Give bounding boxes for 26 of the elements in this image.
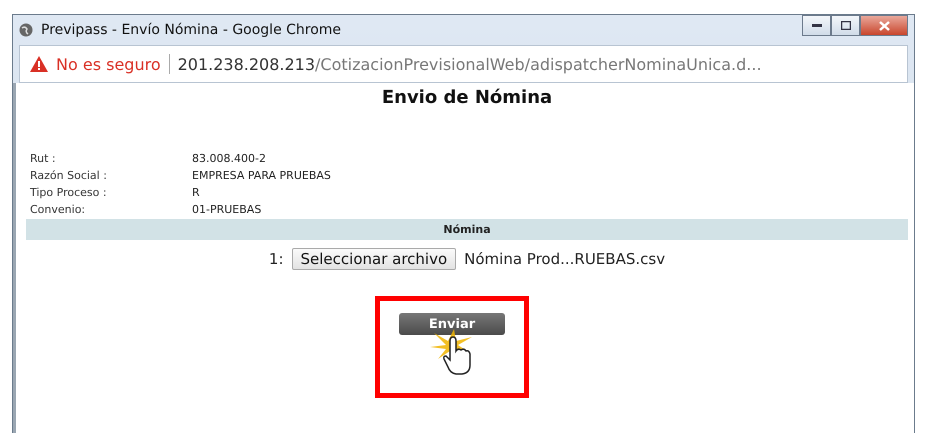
field-value: EMPRESA PARA PRUEBAS [192,169,331,182]
field-value: R [192,186,201,199]
close-icon [878,20,890,30]
section-header: Nómina [26,219,908,240]
choose-file-button[interactable]: Seleccionar archivo [292,248,456,270]
warning-icon [30,56,48,72]
field-label: Convenio: [30,203,86,216]
close-button[interactable] [860,15,908,36]
file-index: 1: [268,250,284,268]
url-text: 201.238.208.213/CotizacionPrevisionalWeb/adispatcherNominaUnica.d... [178,54,762,74]
field-label: Razón Social : [30,169,108,182]
maximize-button[interactable] [831,15,860,36]
field-value: 01-PRUEBAS [192,203,262,216]
field-label: Rut : [30,152,57,165]
window-title: Previpass - Envío Nómina - Google Chrome [41,22,342,38]
minimize-icon [812,24,822,28]
send-button[interactable]: Enviar [399,313,505,335]
globe-icon [19,23,33,37]
file-name: Nómina Prod...RUEBAS.csv [464,250,666,268]
field-value: 83.008.400-2 [192,152,267,165]
address-bar[interactable]: No es seguro 201.238.208.213/CotizacionPrevisionalWeb/adispatcherNominaUnica.d... [19,45,908,83]
field-label: Tipo Proceso : [30,186,108,199]
security-status: No es seguro [56,54,161,74]
page-title: Envio de Nómina [380,87,554,108]
maximize-icon [840,21,850,30]
minimize-button[interactable] [802,15,831,36]
